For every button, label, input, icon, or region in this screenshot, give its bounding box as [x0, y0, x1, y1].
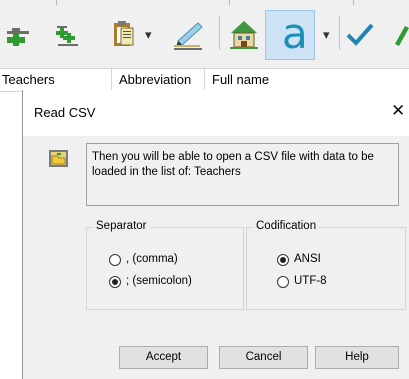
radio-semicolon[interactable]: ; (semicolon)	[109, 275, 229, 291]
radio-label-semicolon: ; (semicolon)	[126, 275, 192, 287]
toolbar-separator	[219, 16, 220, 50]
edit-pen-button[interactable]	[168, 14, 208, 54]
clipboard-paste-button[interactable]	[108, 14, 138, 54]
ruler-tick	[56, 0, 57, 5]
dialog-title: Read CSV	[34, 105, 96, 120]
column-header-abbreviation[interactable]: Abbreviation	[119, 72, 191, 87]
separator-legend: Separator	[93, 220, 150, 232]
accept-button[interactable]: Accept	[119, 346, 208, 369]
open-folder-icon	[49, 150, 68, 167]
font-dropdown-icon[interactable]: ▾	[323, 27, 330, 43]
add-record-button[interactable]	[4, 14, 34, 54]
radio-label-utf8: UTF-8	[294, 275, 327, 287]
column-header-full-name[interactable]: Full name	[212, 72, 269, 87]
clipboard-dropdown-icon[interactable]: ▾	[145, 27, 152, 43]
school-building-icon	[230, 21, 258, 49]
radio-button[interactable]	[277, 276, 289, 288]
radio-button[interactable]	[109, 254, 121, 266]
radio-comma[interactable]: , (comma)	[109, 253, 219, 269]
cancel-button[interactable]: Cancel	[219, 346, 308, 369]
toolbar-top-ruler	[0, 0, 409, 6]
toolbar: ▾ a ▾	[0, 0, 409, 68]
add-multiple-records-icon	[56, 26, 78, 46]
partial-toolbar-button[interactable]	[391, 14, 409, 54]
column-header-teachers[interactable]: Teachers	[2, 72, 55, 87]
close-icon[interactable]: ✕	[391, 101, 405, 121]
help-button[interactable]: Help	[315, 346, 399, 369]
codification-legend: Codification	[253, 220, 320, 232]
separator-groupbox: Separator , (comma) ; (semicolon)	[86, 220, 244, 310]
checkmark-icon	[346, 23, 374, 46]
radio-button-selected[interactable]	[277, 254, 289, 266]
ruler-tick	[229, 0, 230, 5]
radio-label-comma: , (comma)	[126, 253, 178, 265]
codification-groupbox: Codification ANSI UTF-8	[246, 220, 406, 310]
edit-pen-icon	[174, 22, 203, 50]
column-divider[interactable]	[204, 69, 205, 91]
radio-button-selected[interactable]	[109, 276, 121, 288]
read-csv-dialog: Read CSV ✕ Then you will be able to open…	[22, 90, 409, 379]
column-divider[interactable]	[111, 69, 112, 91]
font-a-icon: a	[282, 9, 308, 58]
clipboard-paste-icon	[114, 21, 134, 46]
pencil-icon	[395, 26, 409, 46]
add-multiple-records-button[interactable]	[52, 14, 82, 54]
radio-ansi[interactable]: ANSI	[277, 253, 357, 269]
toolbar-separator	[339, 16, 340, 50]
add-record-icon	[7, 28, 29, 46]
school-building-button[interactable]	[226, 14, 262, 54]
ruler-tick	[353, 0, 354, 5]
message-box: Then you will be able to open a CSV file…	[86, 143, 399, 206]
radio-utf8[interactable]: UTF-8	[277, 275, 357, 291]
dialog-title-bar[interactable]: Read CSV ✕	[23, 90, 409, 136]
radio-label-ansi: ANSI	[294, 253, 321, 265]
dialog-message: Then you will be able to open a CSV file…	[92, 151, 374, 178]
grid-header: Teachers Abbreviation Full name	[0, 68, 409, 92]
confirm-check-button[interactable]	[344, 14, 376, 54]
